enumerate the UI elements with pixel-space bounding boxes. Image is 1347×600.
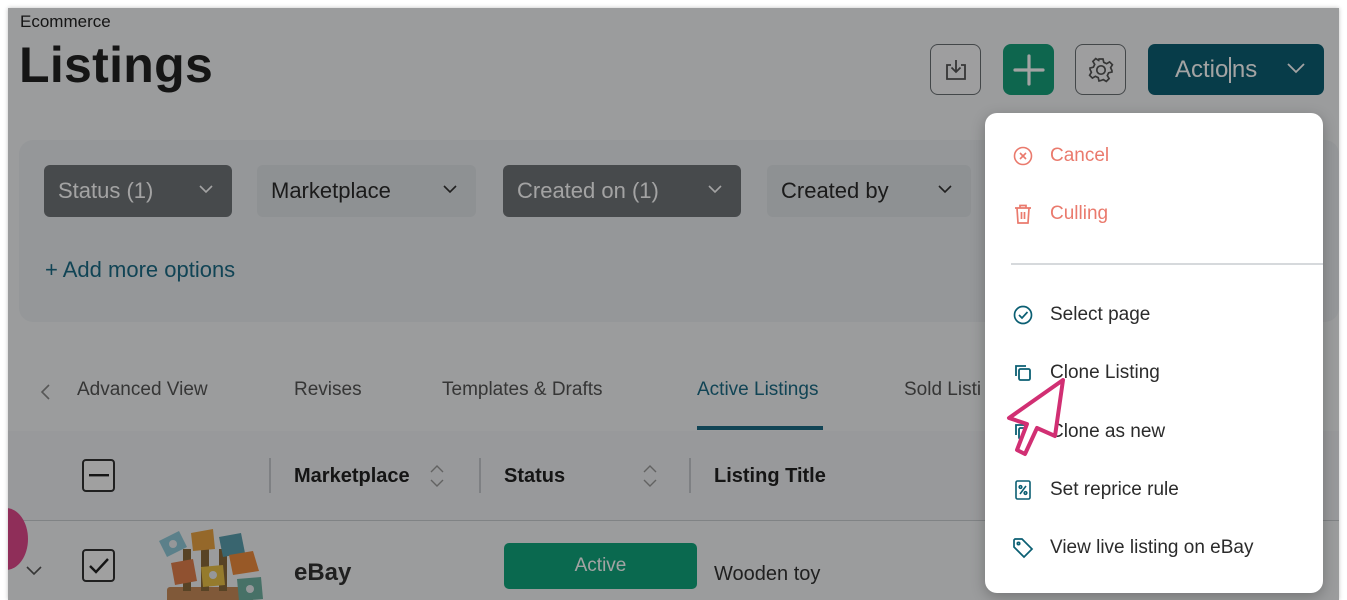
text-caret [1229, 56, 1231, 83]
filter-marketplace[interactable]: Marketplace [257, 165, 476, 217]
minus-icon [88, 473, 109, 476]
tag-icon [1011, 536, 1035, 560]
trash-icon [1011, 202, 1035, 226]
filter-status-label: Status (1) [58, 178, 154, 203]
sort-icon[interactable] [428, 461, 446, 491]
gear-icon [1088, 57, 1113, 82]
menu-item-view-live-listing[interactable]: View live listing on eBay [1011, 533, 1253, 563]
sort-icon[interactable] [641, 461, 659, 491]
menu-item-label: Cancel [1050, 145, 1110, 166]
actions-button[interactable]: Actio ns [1148, 44, 1324, 95]
actions-label-end: ns [1231, 55, 1258, 83]
filter-created-by[interactable]: Created by [767, 165, 971, 217]
column-header-listing-title[interactable]: Listing Title [714, 465, 826, 488]
column-divider [479, 458, 481, 493]
active-tab-indicator [697, 426, 823, 430]
tab-advanced-view[interactable]: Advanced View [77, 379, 208, 401]
expand-row-icon[interactable] [25, 565, 43, 577]
menu-item-cancel[interactable]: Cancel [1011, 141, 1109, 171]
menu-item-set-reprice-rule[interactable]: Set reprice rule [1011, 475, 1179, 505]
tab-active-listings[interactable]: Active Listings [697, 379, 818, 401]
receipt-percent-icon [1011, 478, 1035, 502]
chevron-down-icon [708, 185, 722, 194]
row-listing-title[interactable]: Wooden toy [714, 563, 820, 586]
download-icon [945, 59, 966, 80]
filter-created-on-label: Created on (1) [517, 178, 659, 203]
checkmark-icon [88, 557, 109, 574]
menu-item-select-page[interactable]: Select page [1011, 300, 1150, 330]
cancel-circle-icon [1011, 144, 1035, 168]
settings-button[interactable] [1075, 44, 1126, 95]
row-marketplace: eBay [294, 559, 352, 586]
chevron-down-icon [938, 185, 952, 194]
tab-sold-listings[interactable]: Sold Listi [904, 379, 981, 401]
menu-item-label: Culling [1050, 203, 1109, 224]
column-divider [689, 458, 691, 493]
menu-divider [1011, 263, 1323, 265]
select-all-checkbox[interactable] [82, 459, 115, 492]
menu-item-label: Select page [1050, 304, 1151, 325]
chevron-down-icon [1287, 63, 1305, 74]
product-thumbnail [159, 529, 263, 600]
tab-revises[interactable]: Revises [294, 379, 362, 401]
status-badge: Active [504, 543, 697, 589]
page-title: Listings [19, 37, 214, 93]
actions-menu: Cancel Culling Select page Clone Listing… [985, 113, 1323, 593]
filter-created-on[interactable]: Created on (1) [503, 165, 741, 217]
menu-item-culling[interactable]: Culling [1011, 199, 1108, 229]
mouse-pointer-icon [1007, 378, 1065, 456]
menu-item-label: Set reprice rule [1050, 479, 1179, 500]
breadcrumb-section: Ecommerce [20, 12, 111, 31]
actions-label-start: Actio [1175, 55, 1229, 83]
column-header-marketplace[interactable]: Marketplace [294, 465, 410, 488]
filter-marketplace-label: Marketplace [271, 178, 391, 203]
menu-item-label: View live listing on eBay [1050, 537, 1254, 558]
filter-created-by-label: Created by [781, 178, 889, 203]
filter-status[interactable]: Status (1) [44, 165, 232, 217]
tab-templates-drafts[interactable]: Templates & Drafts [442, 379, 603, 401]
column-divider [269, 458, 271, 493]
add-more-options-link[interactable]: + Add more options [45, 257, 235, 283]
column-header-status[interactable]: Status [504, 465, 565, 488]
check-circle-icon [1011, 303, 1035, 327]
download-button[interactable] [930, 44, 981, 95]
chevron-down-icon [199, 185, 213, 194]
row-checkbox[interactable] [82, 549, 115, 582]
chevron-down-icon [443, 185, 457, 194]
plus-icon [1012, 53, 1045, 86]
add-listing-button[interactable] [1003, 44, 1054, 95]
